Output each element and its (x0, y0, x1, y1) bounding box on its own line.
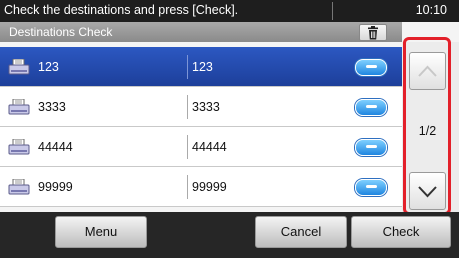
destination-number: 123 (192, 60, 213, 74)
detail-button[interactable] (355, 139, 387, 156)
status-divider (332, 2, 333, 20)
highlight-frame (403, 37, 451, 215)
more-icon (366, 65, 377, 68)
detail-button[interactable] (355, 59, 387, 76)
column-separator (187, 175, 188, 199)
destination-name: 99999 (38, 180, 73, 194)
destination-row[interactable]: 3333 3333 (0, 87, 402, 127)
destination-row[interactable]: 44444 44444 (0, 127, 402, 167)
destination-name: 44444 (38, 140, 73, 154)
trash-icon (368, 26, 378, 40)
destination-name: 3333 (38, 100, 66, 114)
delete-button[interactable] (359, 24, 387, 41)
check-button[interactable]: Check (351, 216, 451, 248)
destination-number: 44444 (192, 140, 227, 154)
fax-machine-icon (8, 179, 30, 195)
clock: 10:10 (415, 3, 447, 17)
destination-number: 99999 (192, 180, 227, 194)
fax-machine-icon (8, 59, 30, 75)
column-separator (187, 135, 188, 159)
more-icon (366, 185, 377, 188)
destination-row[interactable]: 99999 99999 (0, 167, 402, 207)
detail-button[interactable] (355, 179, 387, 196)
fax-machine-icon (8, 139, 30, 155)
more-icon (366, 145, 377, 148)
column-separator (187, 55, 188, 79)
destination-name: 123 (38, 60, 59, 74)
status-message: Check the destinations and press [Check]… (4, 3, 239, 17)
page-title: Destinations Check (9, 25, 113, 39)
cancel-button[interactable]: Cancel (255, 216, 347, 248)
detail-button[interactable] (355, 99, 387, 116)
menu-button[interactable]: Menu (55, 216, 147, 248)
list-header: Destinations Check (0, 22, 402, 42)
message-bar: Check the destinations and press [Check]… (0, 0, 459, 22)
more-icon (366, 105, 377, 108)
destination-row[interactable]: 123 123 (0, 47, 402, 87)
destination-number: 3333 (192, 100, 220, 114)
fax-machine-icon (8, 99, 30, 115)
column-separator (187, 95, 188, 119)
destinations-check-screen: Check the destinations and press [Check]… (0, 0, 459, 258)
